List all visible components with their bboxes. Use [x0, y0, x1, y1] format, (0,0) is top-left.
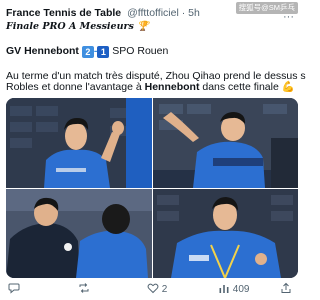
- title-text: Finale PRO A Messieurs: [6, 21, 134, 32]
- reply-button[interactable]: [8, 282, 20, 297]
- text-part-c: dans cette finale: [199, 81, 279, 93]
- author-handle[interactable]: @fftt­officiel: [127, 7, 179, 19]
- photo-3-image: [6, 189, 152, 278]
- retweet-button[interactable]: [78, 282, 90, 297]
- share-button[interactable]: [280, 282, 292, 297]
- photo-2[interactable]: [153, 98, 298, 188]
- team1-score: 2: [81, 46, 94, 58]
- heart-icon: [147, 283, 159, 294]
- team1-name: GV Hennebont: [6, 45, 79, 57]
- photo-2-image: [153, 98, 298, 188]
- media-grid: [6, 98, 298, 278]
- photo-1-image: [6, 98, 152, 188]
- photo-4[interactable]: [153, 189, 298, 278]
- views-icon: [219, 285, 229, 293]
- views-button[interactable]: 409: [218, 282, 249, 297]
- photo-3[interactable]: [6, 189, 152, 278]
- tweet-actions: 2 409: [0, 280, 300, 298]
- retweet-icon: [79, 283, 89, 293]
- text-part-a: Robles et donne l'avantage à: [6, 81, 145, 93]
- header-separator: ·: [181, 7, 186, 19]
- tweet-text-line2: Robles et donne l'avantage à Hennebont d…: [6, 80, 295, 94]
- team2-score: 1: [97, 46, 110, 58]
- photo-1[interactable]: [6, 98, 152, 188]
- photo-4-image: [153, 189, 298, 278]
- author-name[interactable]: France Tennis de Table: [6, 7, 121, 19]
- trophy-emoji: 🏆: [137, 21, 150, 32]
- tweet-time[interactable]: 5h: [188, 7, 200, 19]
- reply-icon: [8, 283, 20, 294]
- team2-name: SPO Rouen: [112, 45, 169, 57]
- tweet-line-title: Finale PRO A Messieurs 🏆: [6, 20, 149, 34]
- like-button[interactable]: 2: [147, 282, 167, 297]
- flex-emoji: 💪: [281, 81, 295, 93]
- tweet: France Tennis de Table @fftt­officiel · …: [0, 0, 306, 300]
- tweet-header: France Tennis de Table @fftt­officiel · …: [6, 6, 256, 20]
- views-count: 409: [232, 284, 250, 295]
- like-count: 2: [161, 284, 168, 295]
- share-icon: [281, 282, 291, 293]
- more-options-icon[interactable]: ···: [283, 12, 294, 23]
- text-hennebont: Hennebont: [144, 81, 200, 93]
- match-score-line: GV Hennebont 2-1 SPO Rouen: [6, 44, 168, 58]
